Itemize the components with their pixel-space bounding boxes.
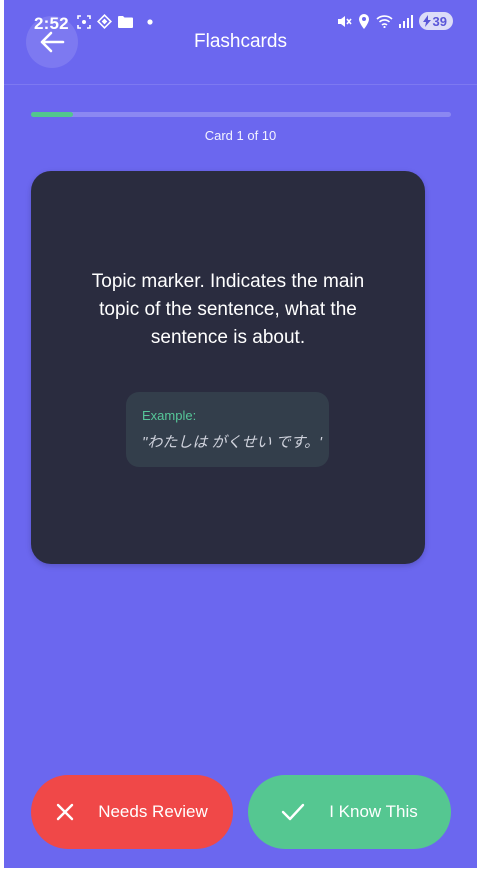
card-definition: Topic marker. Indicates the main topic o… (91, 271, 365, 348)
flashcard[interactable]: Topic marker. Indicates the main topic o… (31, 171, 425, 564)
page-title: Flashcards (194, 31, 287, 52)
screenshot-icon (77, 14, 91, 29)
progress-bar (31, 112, 451, 117)
location-icon (358, 13, 370, 29)
status-right-icons: 39 (337, 12, 453, 30)
x-icon (56, 803, 74, 821)
i-know-this-button[interactable]: I Know This (248, 775, 451, 849)
needs-review-label: Needs Review (98, 802, 208, 821)
mute-icon (337, 14, 352, 29)
folder-icon (118, 15, 133, 28)
progress-fill (31, 112, 73, 117)
check-icon (281, 803, 305, 821)
example-label: Example: (142, 408, 197, 423)
card-counter: Card 1 of 10 (204, 128, 277, 143)
wifi-icon (375, 14, 393, 28)
battery-level: 39 (432, 13, 447, 29)
example-box: Example: "わたしは がくせい です。' (126, 392, 329, 467)
charging-icon (422, 15, 431, 27)
dot-icon (147, 18, 153, 25)
example-text: "わたしは がくせい です。' (142, 434, 323, 451)
app-screen: 2:52 39 Flashcards Card 1 of 10 Topic ma… (4, 0, 477, 868)
needs-review-button[interactable]: Needs Review (31, 775, 233, 849)
signal-icon (398, 14, 413, 28)
header-divider (4, 84, 477, 85)
battery-indicator: 39 (418, 12, 453, 30)
i-know-this-label: I Know This (329, 802, 418, 821)
diamond-icon (97, 14, 112, 29)
status-left-icons (77, 14, 153, 29)
